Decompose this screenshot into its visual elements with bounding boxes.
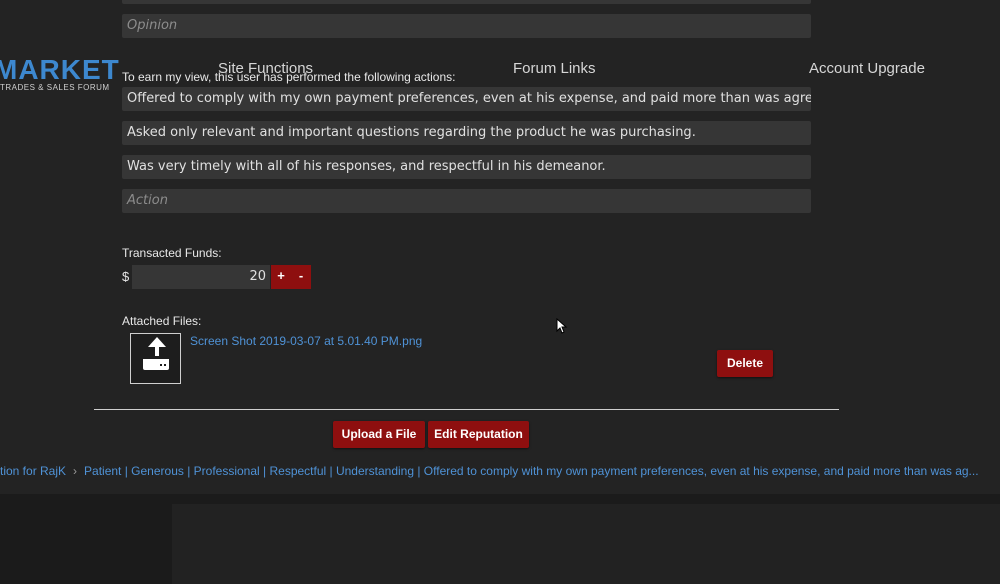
upload-file-button[interactable]: Upload a File xyxy=(333,421,425,448)
footer-heading-site-functions: Site Functions xyxy=(218,60,314,77)
footer-links-panel xyxy=(172,504,1000,584)
currency-symbol: $ xyxy=(122,269,130,284)
footer-heading-account-upgrade: Account Upgrade xyxy=(809,60,925,77)
edit-reputation-button[interactable]: Edit Reputation xyxy=(428,421,529,448)
site-footer xyxy=(0,494,1000,584)
site-logo[interactable]: MARKET xyxy=(0,54,120,86)
footer-heading-forum-links: Forum Links xyxy=(513,60,596,77)
mouse-cursor-icon xyxy=(556,318,568,334)
attached-file-link[interactable]: Screen Shot 2019-03-07 at 5.01.40 PM.png xyxy=(190,334,422,348)
funds-label: Transacted Funds: xyxy=(122,246,222,260)
breadcrumb-item-current[interactable]: Patient | Generous | Professional | Resp… xyxy=(84,464,979,478)
upload-icon xyxy=(143,337,169,370)
site-logo-tagline: TRADES & SALES FORUM xyxy=(0,83,110,92)
action-input-1[interactable]: Offered to comply with my own payment pr… xyxy=(122,87,811,111)
opinion-input[interactable]: Opinion xyxy=(122,14,811,38)
delete-file-button[interactable]: Delete xyxy=(717,350,773,377)
file-thumbnail[interactable] xyxy=(130,333,181,384)
increment-button[interactable]: + xyxy=(271,265,291,289)
decrement-button[interactable]: - xyxy=(291,265,311,289)
breadcrumb-item-reputation[interactable]: tion for RajK xyxy=(0,464,66,478)
reputation-page: Opinion To earn my view, this user has p… xyxy=(0,0,1000,584)
chevron-right-icon: › xyxy=(73,464,78,478)
funds-input[interactable]: 20 xyxy=(132,265,270,289)
form-divider xyxy=(94,409,839,410)
breadcrumb: tion for RajK › Patient | Generous | Profe… xyxy=(0,464,1000,478)
action-input-3[interactable]: Was very timely with all of his response… xyxy=(122,155,811,179)
attached-files-label: Attached Files: xyxy=(122,314,202,328)
action-input-2[interactable]: Asked only relevant and important questi… xyxy=(122,121,811,145)
action-input-new[interactable]: Action xyxy=(122,189,811,213)
previous-field[interactable] xyxy=(122,0,811,4)
